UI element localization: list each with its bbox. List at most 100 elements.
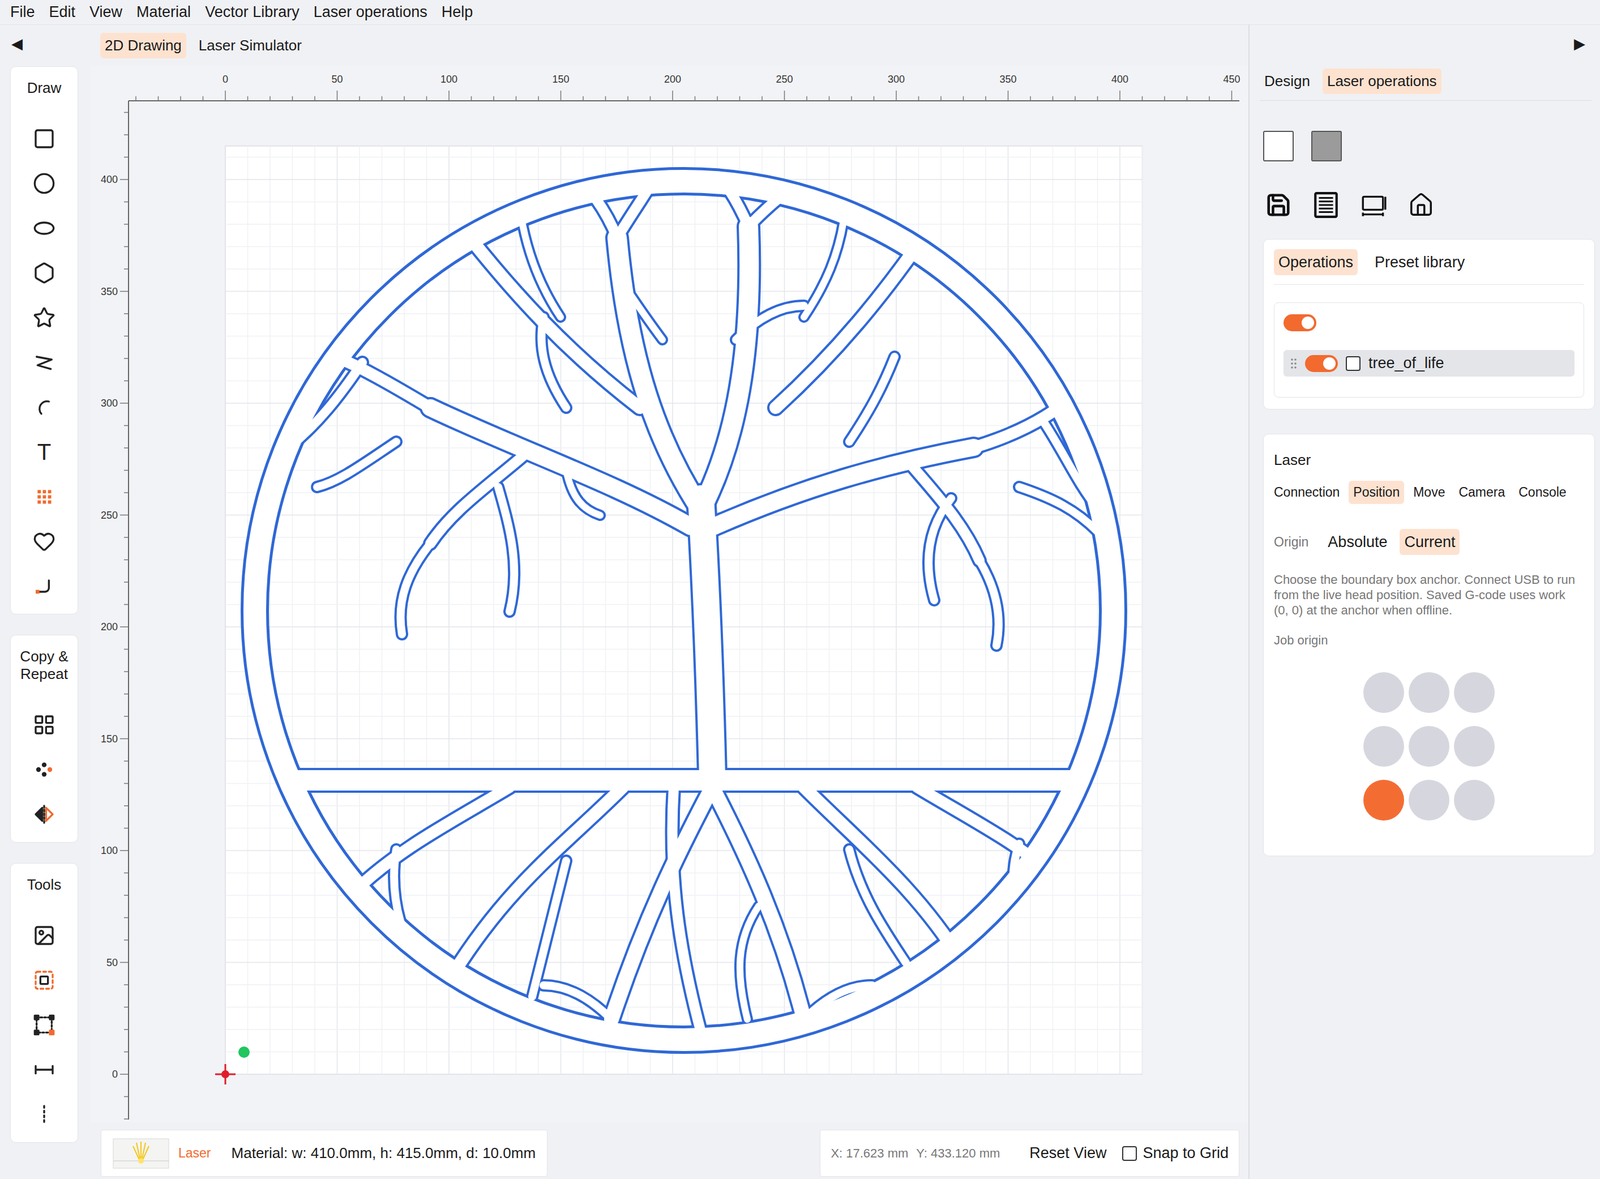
menu-item[interactable]: Edit — [49, 4, 76, 20]
panel-tab[interactable]: Laser operations — [1322, 68, 1442, 94]
menu-item[interactable]: Laser operations — [313, 4, 428, 20]
tool-button[interactable] — [21, 116, 67, 161]
tool-button[interactable] — [21, 339, 67, 385]
anchor-button[interactable] — [1453, 725, 1495, 767]
ruler-label: 400 — [100, 173, 118, 186]
tool-button[interactable]: T — [21, 429, 67, 474]
laser-mode-icon — [112, 1138, 170, 1169]
anchor-button[interactable] — [1363, 672, 1405, 713]
tool-group-title: Draw — [13, 79, 76, 97]
tool-button[interactable] — [21, 384, 67, 430]
heart-icon — [32, 529, 56, 553]
tool-button[interactable] — [21, 702, 67, 747]
laser-card: LaserConnectionPositionMoveCameraConsole… — [1263, 433, 1595, 857]
anchor-button[interactable] — [1408, 779, 1450, 821]
ruler-label: 200 — [100, 621, 118, 633]
tool-button[interactable] — [21, 473, 67, 519]
drag-handle-icon[interactable] — [1290, 357, 1298, 370]
anchor-button[interactable] — [1363, 725, 1405, 767]
tool-button[interactable] — [21, 912, 67, 958]
drawing-canvas[interactable]: 0501001502002503003504004500501001502002… — [90, 65, 1249, 1123]
tool-button[interactable] — [21, 1002, 67, 1047]
ruler-label: 0 — [112, 1068, 118, 1080]
home-icon — [1408, 191, 1435, 218]
laser-tab[interactable]: Position — [1348, 480, 1405, 504]
menu-item[interactable]: Help — [441, 4, 474, 20]
arc-icon — [32, 395, 56, 419]
tool-group-title: Tools — [13, 875, 76, 894]
tool-button[interactable] — [21, 1046, 67, 1092]
job-origin-label: Job origin — [1273, 632, 1585, 649]
save-icon — [1265, 191, 1292, 218]
ruler-label: 100 — [440, 73, 458, 85]
star-icon — [32, 306, 56, 329]
panel-tab[interactable]: Design — [1259, 68, 1315, 94]
home-button[interactable] — [1405, 189, 1437, 221]
fill-mode-button[interactable] — [1311, 130, 1342, 162]
operations-tab[interactable]: Preset library — [1370, 249, 1470, 276]
scatter-copy-icon — [32, 758, 56, 781]
laser-tab[interactable]: Move — [1408, 480, 1450, 504]
tool-button[interactable] — [21, 791, 67, 837]
tool-button[interactable] — [21, 1091, 67, 1137]
anchor-button[interactable] — [1408, 672, 1450, 713]
tool-group-title: Copy & Repeat — [13, 647, 76, 683]
save-button[interactable] — [1263, 189, 1294, 221]
tool-button[interactable] — [21, 746, 67, 792]
tree-of-life-drawing[interactable] — [226, 164, 1142, 1040]
tool-button[interactable] — [21, 250, 67, 295]
laser-tab[interactable]: Connection — [1269, 480, 1345, 504]
laser-tab[interactable]: Camera — [1453, 480, 1510, 504]
laser-tab[interactable]: Console — [1513, 480, 1571, 504]
menu-item[interactable]: Vector Library — [204, 4, 300, 20]
grid — [225, 146, 1143, 1075]
operation-checkbox[interactable] — [1345, 356, 1361, 371]
menu-item[interactable]: File — [10, 4, 36, 20]
mirror-icon — [32, 802, 56, 826]
tool-button[interactable] — [21, 518, 67, 564]
rectangle-icon — [32, 127, 56, 151]
outline-icon — [32, 968, 56, 992]
outline-mode-button[interactable] — [1263, 130, 1294, 162]
origin-mode[interactable]: Current — [1399, 528, 1460, 556]
collapse-left-button[interactable]: ◀ — [11, 36, 23, 51]
origin-mode[interactable]: Absolute — [1323, 528, 1392, 556]
menu-item[interactable]: Material — [136, 4, 191, 20]
anchor-button[interactable] — [1363, 779, 1405, 821]
ruler-label: 150 — [100, 733, 118, 745]
toggle-switch[interactable] — [1305, 354, 1338, 372]
reset-view-button[interactable]: Reset View — [1029, 1141, 1107, 1165]
cursor-y: Y: 433.120 mm — [916, 1143, 1000, 1163]
tool-button[interactable] — [21, 294, 67, 340]
operations-card: Operations Preset library tree_of_life — [1263, 238, 1595, 410]
anchor-button[interactable] — [1408, 725, 1450, 767]
ruler-top: 050100150200250300350400450 — [128, 73, 1241, 101]
grid-copy-icon — [32, 713, 56, 737]
frame-button[interactable] — [1358, 189, 1389, 221]
ruler-label: 400 — [1111, 73, 1129, 85]
operations-tab[interactable]: Operations — [1273, 249, 1358, 276]
view-tab[interactable]: 2D Drawing — [100, 32, 187, 59]
tool-group: Copy & Repeat — [10, 634, 79, 843]
measure-icon — [32, 1058, 56, 1081]
mode-label: Laser — [178, 1143, 212, 1163]
anchor-button[interactable] — [1453, 779, 1495, 821]
more-icon — [32, 1102, 56, 1126]
tool-button[interactable] — [21, 563, 67, 609]
collapse-right-button[interactable]: ▶ — [1573, 36, 1586, 51]
anchor-button[interactable] — [1453, 672, 1495, 713]
tool-button[interactable] — [21, 957, 67, 1003]
view-tab[interactable]: Laser Simulator — [194, 32, 307, 59]
tool-button[interactable] — [21, 160, 67, 206]
gcode-icon — [1311, 190, 1341, 220]
hexagon-icon — [32, 261, 56, 285]
menu-item[interactable]: View — [89, 4, 123, 20]
toggle-switch[interactable] — [1283, 314, 1317, 332]
snap-to-grid-checkbox[interactable] — [1122, 1145, 1137, 1161]
material — [225, 146, 1143, 1075]
job-origin-grid — [1363, 672, 1495, 821]
tool-button[interactable] — [21, 205, 67, 251]
gcode-button[interactable] — [1310, 189, 1342, 221]
operation-row[interactable]: tree_of_life — [1283, 349, 1575, 377]
right-panel: ▶ Design Laser operations Operations Preset … — [1248, 24, 1600, 1179]
